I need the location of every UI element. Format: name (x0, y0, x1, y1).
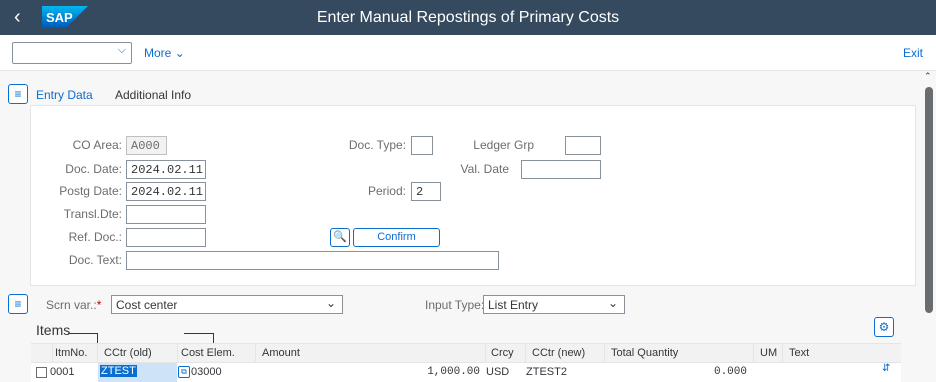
entry-data-panel: CO Area: A000 Doc. Date: 2024.02.11 Post… (30, 105, 916, 286)
column-header[interactable]: Cost Elem. (181, 347, 235, 359)
column-header[interactable]: UM (760, 347, 777, 359)
input-type-value: List Entry (488, 298, 539, 312)
ledger-grp-field[interactable] (565, 136, 601, 155)
screen-variant-value: Cost center (116, 298, 178, 312)
table-row: 0001 ZTEST ⧉ 03000 1,000.00 USD ZTEST2 0… (31, 363, 901, 382)
chevron-down-icon: ⌵ (117, 44, 126, 56)
column-header[interactable]: Amount (262, 347, 300, 359)
column-header[interactable]: Text (789, 347, 809, 359)
input-type-label: Input Type:* (425, 298, 489, 312)
value-help-icon[interactable]: ⧉ (178, 366, 190, 378)
page-title: Enter Manual Repostings of Primary Costs (316, 9, 620, 26)
column-header[interactable]: CCtr (old) (104, 347, 152, 359)
binoculars-icon[interactable]: 🔍 (330, 228, 350, 247)
row-scroll-icon[interactable]: ⇵ (882, 363, 890, 374)
doc-date-label: Doc. Date: (65, 162, 122, 176)
row-select-checkbox[interactable] (36, 367, 47, 378)
ref-doc-label: Ref. Doc.: (68, 230, 122, 244)
co-area-field[interactable]: A000 (126, 136, 167, 155)
column-header[interactable]: Total Quantity (611, 347, 678, 359)
shell-bar: ‹ SAP Enter Manual Repostings of Primary… (0, 0, 936, 35)
column-marker (184, 333, 214, 334)
doc-type-label: Doc. Type: (348, 138, 406, 152)
val-date-label: Val. Date (460, 162, 509, 176)
more-button[interactable]: More ⌄ (144, 46, 185, 60)
postg-date-label: Postg Date: (59, 184, 122, 198)
tab-additional-info[interactable]: Additional Info (115, 88, 191, 102)
chevron-down-icon: ⌄ (174, 46, 185, 60)
items-table: ItmNo. CCtr (old) Cost Elem. Amount Crcy… (31, 343, 901, 382)
doc-date-field[interactable]: 2024.02.11 (126, 160, 206, 179)
itm-no-cell: 0001 (50, 366, 75, 378)
doc-text-label: Doc. Text: (68, 253, 122, 267)
total-quantity-cell[interactable]: 0.000 (605, 366, 747, 378)
chevron-down-icon: ⌄ (607, 296, 618, 310)
column-marker (68, 333, 98, 334)
column-header[interactable]: ItmNo. (55, 347, 87, 359)
cctr-old-value: ZTEST (100, 365, 137, 377)
vertical-scrollbar[interactable]: ⌃ (922, 71, 936, 382)
ref-doc-field[interactable] (126, 228, 206, 247)
confirm-button[interactable]: Confirm (353, 228, 440, 247)
gear-icon[interactable]: ⚙ (874, 317, 894, 337)
period-label: Period: (367, 184, 406, 198)
screen-variant-label: Scrn var.:* (46, 298, 102, 312)
collapse-items-icon[interactable]: ≡ (8, 294, 28, 314)
amount-cell[interactable]: 1,000.00 (256, 366, 480, 378)
period-field[interactable]: 2 (411, 182, 441, 201)
val-date-field[interactable] (521, 160, 601, 179)
scroll-thumb[interactable] (925, 87, 933, 313)
chevron-down-icon: ⌄ (325, 296, 336, 310)
expand-header-icon[interactable]: ≡ (8, 84, 28, 104)
exit-button[interactable]: Exit (903, 46, 923, 60)
screen-variant-dropdown[interactable]: Cost center ⌄ (111, 295, 343, 314)
co-area-label: CO Area: (72, 138, 122, 152)
transl-date-label: Transl.Dte: (63, 207, 122, 221)
column-header[interactable]: CCtr (new) (532, 347, 585, 359)
transl-date-field[interactable] (126, 205, 206, 224)
doc-type-field[interactable] (411, 136, 433, 155)
items-title: Items (36, 322, 71, 338)
cost-elem-cell[interactable]: 03000 (191, 366, 222, 378)
cctr-new-cell[interactable]: ZTEST2 (526, 366, 567, 378)
input-type-dropdown[interactable]: List Entry ⌄ (483, 295, 625, 314)
ledger-grp-label: Ledger Grp (473, 138, 534, 152)
crcy-cell[interactable]: USD (486, 366, 509, 378)
cctr-old-cell[interactable]: ZTEST (98, 363, 177, 382)
table-header: ItmNo. CCtr (old) Cost Elem. Amount Crcy… (31, 343, 901, 363)
toolbar: ⌵ More ⌄ Exit (0, 35, 936, 71)
column-header[interactable]: Crcy (491, 347, 514, 359)
scroll-up-icon[interactable]: ⌃ (924, 71, 932, 82)
postg-date-field[interactable]: 2024.02.11 (126, 182, 206, 201)
doc-text-field[interactable] (126, 251, 499, 270)
command-select[interactable]: ⌵ (12, 42, 132, 64)
